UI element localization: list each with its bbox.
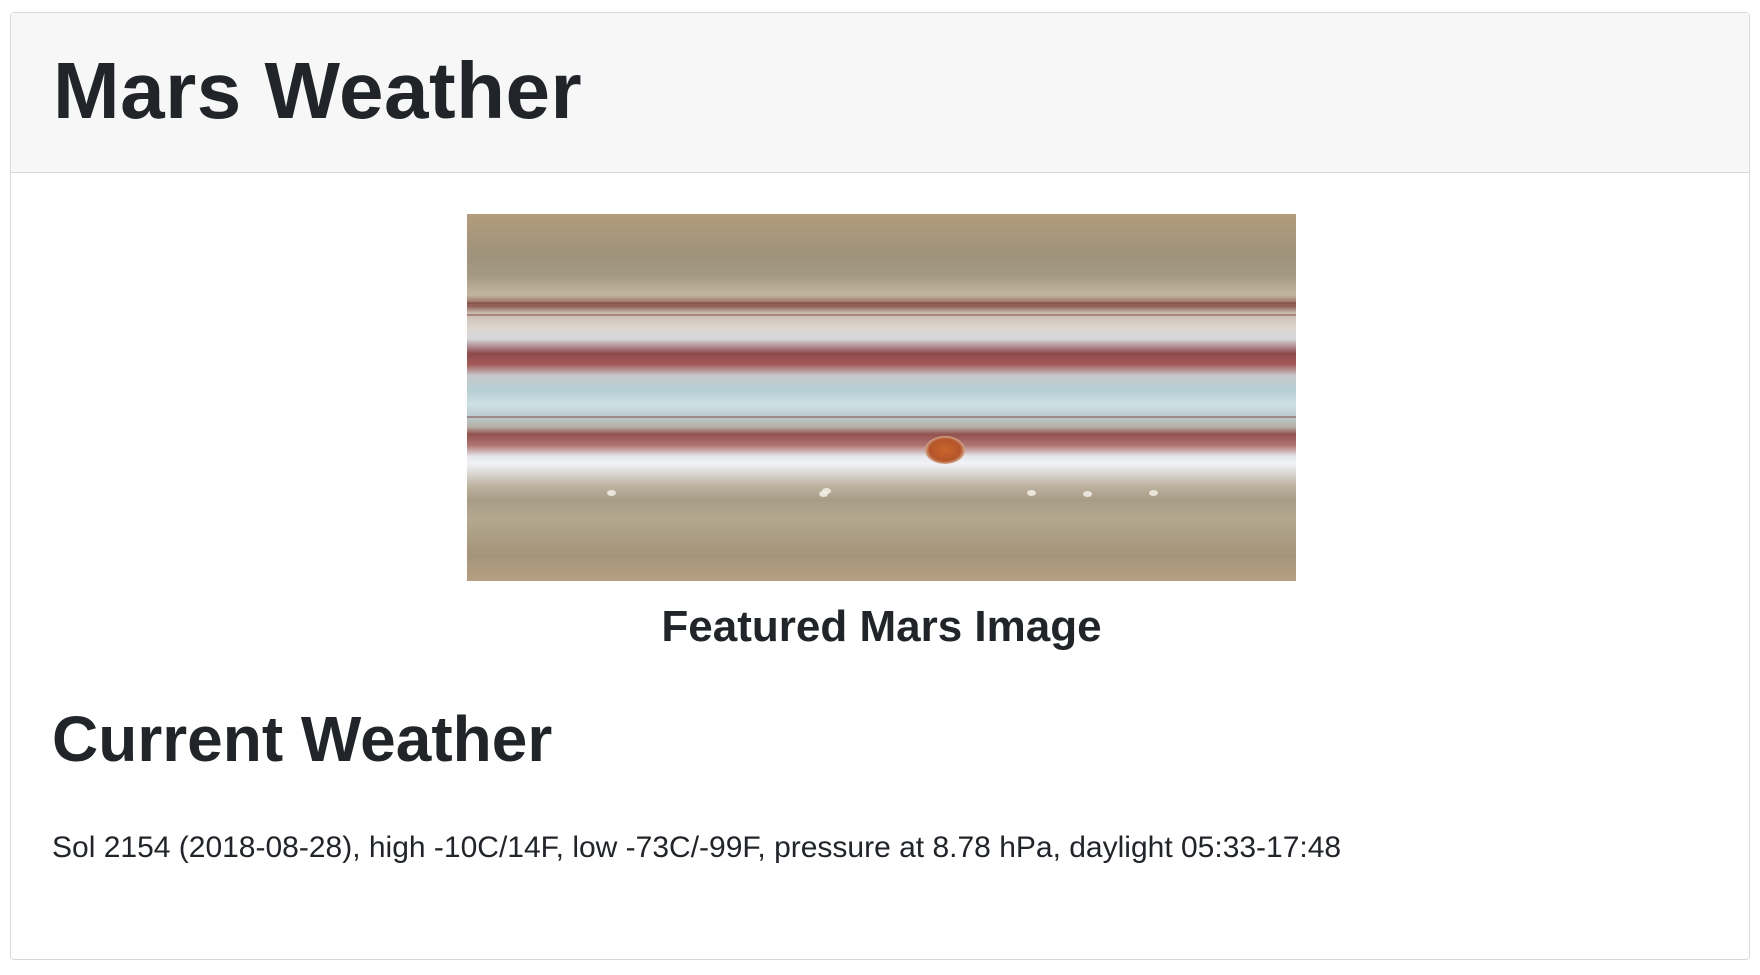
page-title: Mars Weather [53,46,583,135]
featured-mars-image [467,214,1296,581]
storm-oval [1027,490,1036,496]
featured-image-figure: Featured Mars Image [467,214,1296,651]
storm-oval [1149,490,1158,496]
current-weather-heading: Current Weather [52,703,553,775]
weather-card: Mars Weather Featured Mars Image Current… [10,12,1750,960]
card-body: Featured Mars Image Current Weather Sol … [11,173,1749,960]
cloud-band-line [467,302,1296,304]
storm-oval [822,488,831,494]
storm-oval [1083,491,1092,497]
cloud-band-line [467,314,1296,316]
storm-oval [607,490,616,496]
image-caption: Featured Mars Image [661,602,1102,651]
great-red-spot [925,436,965,464]
cloud-band-line [467,416,1296,418]
card-header: Mars Weather [11,13,1749,173]
weather-report: Sol 2154 (2018-08-28), high -10C/14F, lo… [52,831,1342,864]
